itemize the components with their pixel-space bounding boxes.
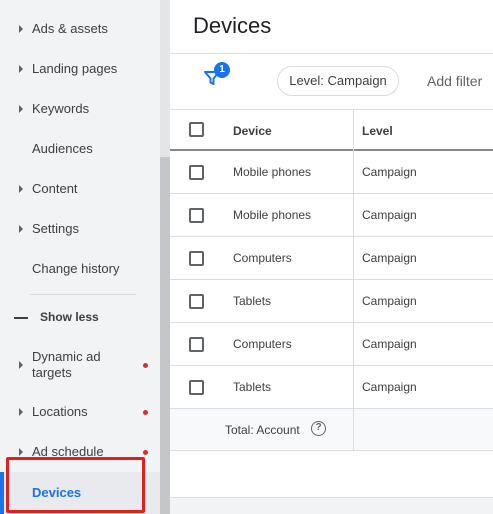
table-row: Mobile phones Campaign <box>170 194 493 237</box>
sidebar-scrollbar-thumb[interactable] <box>160 157 170 514</box>
sidebar-item-label: Settings <box>32 221 79 236</box>
column-header-device[interactable]: Device <box>233 124 272 138</box>
sidebar-item-label: Audiences <box>32 141 93 156</box>
column-header-level[interactable]: Level <box>362 124 393 138</box>
sidebar-item-label: Keywords <box>32 101 90 116</box>
sidebar-item-label: Change history <box>32 261 120 276</box>
caret-right-icon <box>19 105 23 113</box>
sidebar-item-keywords[interactable]: Keywords <box>0 101 160 117</box>
filter-count-badge: 1 <box>214 62 230 78</box>
level-cell: Campaign <box>362 337 417 351</box>
device-cell: Tablets <box>233 380 272 394</box>
level-cell: Campaign <box>362 380 417 394</box>
device-cell: Computers <box>233 337 292 351</box>
caret-right-icon <box>19 408 23 416</box>
sidebar-item-dynamic-ad-targets[interactable]: Dynamic ad targets <box>0 349 160 381</box>
row-checkbox[interactable] <box>189 380 204 395</box>
sidebar-item-ads-assets[interactable]: Ads & assets <box>0 21 160 37</box>
show-less-label: Show less <box>40 310 99 324</box>
alert-dot <box>143 450 148 455</box>
sidebar-item-content[interactable]: Content <box>0 181 160 197</box>
help-icon[interactable]: ? <box>311 421 326 436</box>
caret-right-icon <box>19 448 23 456</box>
page-title: Devices <box>193 13 272 38</box>
alert-dot <box>143 363 148 368</box>
select-all-checkbox[interactable] <box>189 122 204 137</box>
sidebar-item-label-line2: targets <box>32 365 72 380</box>
table-row: Tablets Campaign <box>170 366 493 409</box>
row-checkbox[interactable] <box>189 208 204 223</box>
row-checkbox[interactable] <box>189 165 204 180</box>
device-cell: Computers <box>233 251 292 265</box>
device-cell: Tablets <box>233 294 272 308</box>
table-row: Tablets Campaign <box>170 280 493 323</box>
device-cell: Mobile phones <box>233 208 312 222</box>
sidebar-item-label: Ads & assets <box>32 21 108 36</box>
sidebar-item-audiences[interactable]: Audiences <box>0 141 160 157</box>
sidebar-item-change-history[interactable]: Change history <box>0 261 160 277</box>
table-row: Computers Campaign <box>170 237 493 280</box>
row-checkbox[interactable] <box>189 251 204 266</box>
level-cell: Campaign <box>362 165 417 179</box>
column-divider <box>353 109 354 451</box>
total-row: Total: Account ? <box>170 409 493 451</box>
level-cell: Campaign <box>362 251 417 265</box>
caret-right-icon <box>19 65 23 73</box>
sidebar-item-label: Locations <box>32 404 88 419</box>
app-root: Ads & assets Landing pages Keywords Audi… <box>0 0 493 514</box>
sidebar-item-landing-pages[interactable]: Landing pages <box>0 61 160 77</box>
sidebar: Ads & assets Landing pages Keywords Audi… <box>0 0 160 514</box>
level-filter-chip[interactable]: Level: Campaign <box>277 66 399 96</box>
caret-right-icon <box>19 25 23 33</box>
active-indicator <box>0 472 4 514</box>
sidebar-item-label: Landing pages <box>32 61 118 76</box>
sidebar-item-label: Content <box>32 181 78 196</box>
level-cell: Campaign <box>362 294 417 308</box>
minus-icon <box>14 317 28 319</box>
level-cell: Campaign <box>362 208 417 222</box>
caret-right-icon <box>19 361 23 369</box>
highlight-annotation <box>6 457 145 513</box>
sidebar-divider <box>30 294 136 295</box>
device-cell: Mobile phones <box>233 165 312 179</box>
sidebar-item-label-line1: Dynamic ad <box>32 349 101 364</box>
caret-right-icon <box>19 225 23 233</box>
caret-right-icon <box>19 185 23 193</box>
main-content: Devices 1 Level: Campaign Add filter Dev… <box>170 0 493 514</box>
bottom-scroll-area <box>170 497 493 514</box>
add-filter-button[interactable]: Add filter <box>427 73 482 89</box>
table-row: Computers Campaign <box>170 323 493 366</box>
table-header: Device Level <box>170 109 493 151</box>
table-row: Mobile phones Campaign <box>170 151 493 194</box>
alert-dot <box>143 410 148 415</box>
total-label: Total: Account <box>225 423 300 437</box>
page-header: Devices <box>170 0 493 52</box>
row-checkbox[interactable] <box>189 294 204 309</box>
sidebar-item-settings[interactable]: Settings <box>0 221 160 237</box>
sidebar-item-locations[interactable]: Locations <box>0 404 160 420</box>
row-checkbox[interactable] <box>189 337 204 352</box>
